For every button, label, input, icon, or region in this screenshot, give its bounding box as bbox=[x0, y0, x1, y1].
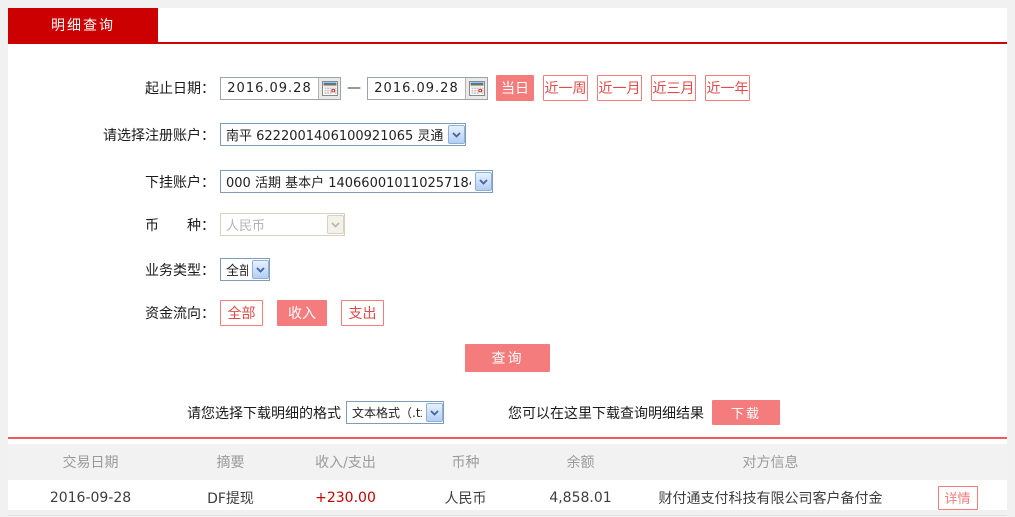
date-separator: — bbox=[347, 80, 361, 96]
chevron-down-icon[interactable] bbox=[252, 260, 269, 279]
table-top-divider bbox=[8, 437, 1007, 439]
sub-account-value: 000 活期 基本户 1406600101102571848 bbox=[226, 176, 471, 191]
fund-flow-all-button[interactable]: 全部 bbox=[220, 300, 263, 326]
calendar-icon[interactable] bbox=[318, 77, 340, 99]
query-button[interactable]: 查询 bbox=[465, 344, 550, 372]
transaction-date: 2016-09-28 bbox=[49, 489, 132, 506]
download-format-value: 文本格式（.txt） bbox=[352, 406, 422, 420]
download-row: 请您选择下载明细的格式 文本格式（.txt） 您可以在这里下载查询明细结果 下载 bbox=[187, 400, 1007, 425]
transaction-summary: DF提现 bbox=[207, 490, 254, 507]
quick-range-week-button[interactable]: 近一周 bbox=[543, 75, 588, 101]
column-header-counterparty: 对方信息 bbox=[742, 455, 799, 471]
calendar-icon-glyph bbox=[468, 80, 485, 96]
registered-account-select[interactable]: 南平 6222001406100921065 灵通卡 bbox=[220, 123, 466, 146]
transaction-amount: +230.00 bbox=[315, 489, 376, 506]
registered-account-row: 请选择注册账户： 南平 6222001406100921065 灵通卡 bbox=[8, 123, 1007, 146]
fund-flow-income-button[interactable]: 收入 bbox=[277, 300, 327, 326]
end-date-input[interactable]: 2016.09.28 bbox=[367, 76, 488, 100]
table-row: 2016-09-28 DF提现 +230.00 人民币 4,858.01 财付通… bbox=[8, 480, 1007, 516]
business-type-select[interactable]: 全部 bbox=[220, 258, 270, 281]
start-date-value[interactable]: 2016.09.28 bbox=[221, 78, 318, 99]
end-date-value[interactable]: 2016.09.28 bbox=[368, 78, 465, 99]
tab-underline bbox=[8, 42, 1007, 44]
fund-flow-label: 资金流向： bbox=[145, 306, 215, 322]
sub-account-row: 下挂账户： 000 活期 基本户 1406600101102571848 bbox=[8, 170, 1007, 193]
date-range-row: 起止日期： 2016.09.28 — 2016.09.28 当日 近一周 近一月… bbox=[8, 75, 1007, 101]
detail-button[interactable]: 详情 bbox=[937, 485, 978, 510]
transaction-balance: 4,858.01 bbox=[549, 489, 612, 506]
registered-account-label: 请选择注册账户： bbox=[103, 127, 215, 144]
business-type-label: 业务类型： bbox=[145, 262, 215, 279]
column-header-summary: 摘要 bbox=[216, 455, 245, 471]
query-button-row: 查询 bbox=[8, 344, 1007, 372]
chevron-down-icon[interactable] bbox=[448, 125, 465, 144]
column-header-currency: 币种 bbox=[451, 455, 480, 471]
chevron-down-icon[interactable] bbox=[426, 403, 443, 422]
business-type-row: 业务类型： 全部 bbox=[8, 258, 1007, 281]
download-hint-label: 您可以在这里下载查询明细结果 bbox=[508, 405, 704, 422]
currency-label: 币 种： bbox=[145, 217, 215, 234]
download-format-label: 请您选择下载明细的格式 bbox=[187, 405, 341, 422]
sub-account-label: 下挂账户： bbox=[145, 174, 215, 191]
business-type-value: 全部 bbox=[226, 264, 248, 279]
quick-range-month-button[interactable]: 近一月 bbox=[597, 75, 642, 101]
tab-label: 明细查询 bbox=[51, 18, 115, 34]
download-format-select[interactable]: 文本格式（.txt） bbox=[346, 401, 444, 424]
column-header-balance: 余额 bbox=[566, 455, 595, 471]
currency-select: 人民币 bbox=[220, 213, 345, 236]
fund-flow-row: 资金流向： 全部 收入 支出 bbox=[8, 300, 1007, 326]
quick-range-year-button[interactable]: 近一年 bbox=[705, 75, 750, 101]
transaction-counterparty: 财付通支付科技有限公司客户备付金 bbox=[658, 490, 883, 507]
column-header-amount: 收入/支出 bbox=[315, 455, 376, 471]
transaction-currency: 人民币 bbox=[444, 490, 487, 507]
start-date-input[interactable]: 2016.09.28 bbox=[220, 76, 341, 100]
quick-range-quarter-button[interactable]: 近三月 bbox=[651, 75, 696, 101]
calendar-icon[interactable] bbox=[465, 77, 487, 99]
sub-account-select[interactable]: 000 活期 基本户 1406600101102571848 bbox=[220, 170, 493, 193]
content-panel: 明细查询 起止日期： 2016.09.28 — 2016.09.28 当日 近一… bbox=[8, 8, 1007, 516]
chevron-down-icon bbox=[327, 215, 344, 234]
tab-detail-query[interactable]: 明细查询 bbox=[8, 8, 158, 42]
quick-range-today-button[interactable]: 当日 bbox=[496, 75, 534, 101]
chevron-down-icon[interactable] bbox=[475, 172, 492, 191]
date-range-label: 起止日期： bbox=[145, 81, 215, 97]
column-header-date: 交易日期 bbox=[62, 455, 119, 471]
registered-account-value: 南平 6222001406100921065 灵通卡 bbox=[226, 129, 444, 144]
currency-row: 币 种： 人民币 bbox=[8, 213, 1007, 236]
calendar-icon-glyph bbox=[321, 80, 338, 96]
download-button[interactable]: 下载 bbox=[712, 400, 780, 425]
fund-flow-expense-button[interactable]: 支出 bbox=[341, 300, 384, 326]
currency-value: 人民币 bbox=[226, 219, 266, 234]
table-header-row: 交易日期 摘要 收入/支出 币种 余额 对方信息 bbox=[8, 444, 1007, 480]
